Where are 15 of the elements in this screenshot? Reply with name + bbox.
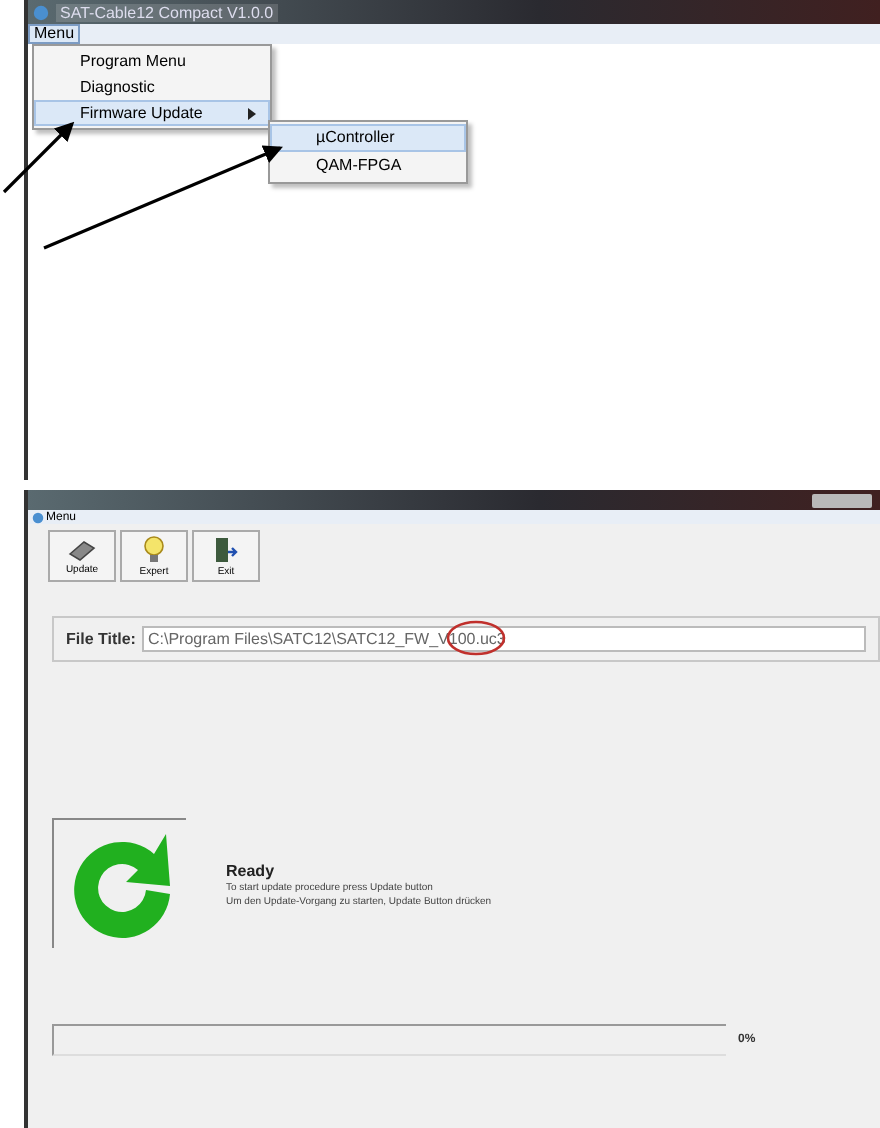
window-title: SAT-Cable12 Compact V1.0.0: [56, 3, 278, 21]
exit-door-icon: [214, 535, 238, 563]
menu-item[interactable]: Program Menu: [34, 48, 270, 74]
status-title: Ready: [226, 862, 277, 880]
menu-button[interactable]: Menu: [28, 24, 81, 44]
app-icon: [32, 3, 50, 21]
window-controls[interactable]: [812, 493, 872, 507]
menu-item[interactable]: Firmware Update: [34, 100, 270, 126]
menu-item[interactable]: QAM-FPGA: [270, 152, 466, 180]
app-icon: [32, 511, 44, 523]
device-icon: [68, 537, 96, 561]
menu-item[interactable]: Diagnostic: [34, 74, 270, 100]
menu-item[interactable]: µController: [270, 124, 466, 152]
file-title-label: File Title:: [66, 630, 136, 648]
light-bulb-icon: [142, 535, 166, 563]
